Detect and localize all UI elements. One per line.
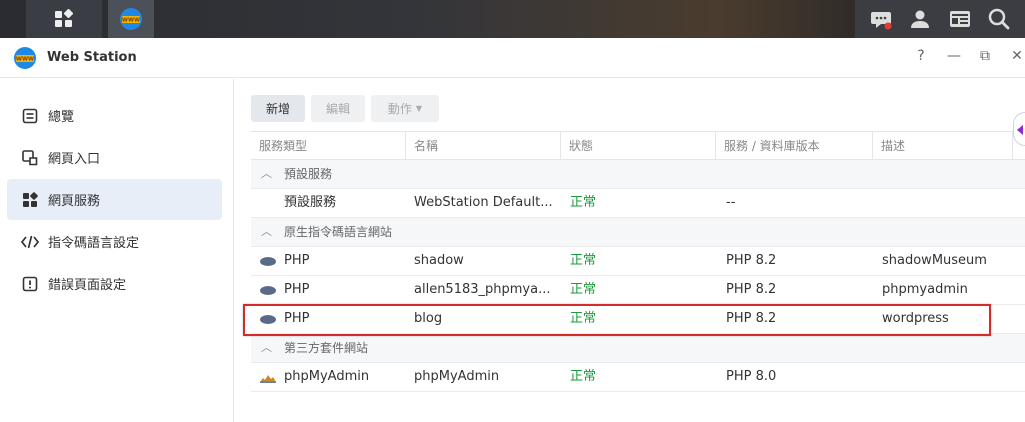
php-icon — [260, 257, 276, 266]
cell-description: phpmyadmin — [882, 282, 968, 297]
cell-status: 正常 — [570, 369, 597, 384]
column-header-name[interactable]: 名稱 — [406, 132, 561, 160]
cell-name: allen5183_phpmya... — [414, 282, 551, 297]
user-button[interactable] — [908, 7, 932, 31]
web-portal-icon — [21, 149, 39, 167]
chevron-up-icon[interactable]: ︿ — [261, 218, 272, 246]
table-row[interactable]: 預設服務 WebStation Default... 正常 -- — [251, 189, 1025, 218]
sidebar-item-label: 指令碼語言設定 — [48, 236, 140, 251]
column-header-status[interactable]: 狀態 — [561, 132, 716, 160]
cell-status: 正常 — [570, 282, 597, 297]
user-icon — [911, 10, 930, 28]
phpmyadmin-icon — [260, 375, 276, 383]
sidebar-item-label: 總覽 — [48, 110, 75, 125]
cell-version: PHP 8.0 — [726, 369, 777, 384]
main-menu-icon — [55, 9, 74, 27]
sidebar-item-web-portal[interactable]: 網頁入口 — [7, 137, 222, 178]
cell-version: PHP 8.2 — [726, 282, 777, 297]
cell-name: phpMyAdmin — [414, 369, 500, 384]
overview-icon — [21, 107, 39, 125]
cell-status: 正常 — [570, 253, 597, 268]
table-row[interactable]: phpMyAdmin phpMyAdmin 正常 PHP 8.0 — [251, 363, 1025, 392]
cell-version: -- — [726, 195, 736, 210]
error-page-icon — [21, 275, 39, 293]
cell-description: shadowMuseum — [882, 253, 987, 268]
sidebar-item-label: 錯誤頁面設定 — [48, 278, 127, 293]
close-button[interactable]: ✕ — [1007, 48, 1025, 64]
column-header-version[interactable]: 服務 / 資料庫版本 — [716, 132, 873, 160]
help-button[interactable]: ? — [911, 48, 931, 64]
column-header-description[interactable]: 描述 — [873, 132, 1013, 160]
chevron-up-icon[interactable]: ︿ — [261, 334, 272, 362]
svg-text:WWW: WWW — [16, 57, 34, 63]
main-menu-button[interactable] — [26, 0, 102, 38]
search-button[interactable] — [987, 7, 1011, 31]
cell-name: WebStation Default... — [414, 195, 553, 210]
web-station-logo: WWW — [120, 8, 142, 30]
table-header: 服務類型 名稱 狀態 服務 / 資料庫版本 描述 — [251, 131, 1025, 160]
notification-button[interactable] — [869, 7, 893, 31]
taskbar-web-station[interactable]: WWW — [108, 0, 154, 38]
action-dropdown[interactable]: 動作 ▼ — [371, 95, 439, 122]
sidebar-item-label: 網頁入口 — [48, 152, 101, 167]
group-label: 第三方套件網站 — [284, 341, 369, 355]
group-row-default[interactable]: ︿ 預設服務 — [251, 160, 1025, 189]
highlight-box — [243, 304, 991, 336]
window-title: Web Station — [47, 50, 137, 65]
sidebar-item-script-language[interactable]: 指令碼語言設定 — [7, 221, 222, 262]
minimize-button[interactable]: — — [944, 48, 964, 64]
sidebar-item-label: 網頁服務 — [48, 194, 101, 209]
widgets-icon — [949, 11, 970, 27]
sidebar-item-overview[interactable]: 總覽 — [7, 95, 222, 136]
svg-text:WWW: WWW — [122, 18, 140, 24]
cell-type: PHP — [284, 282, 310, 297]
cell-version: PHP 8.2 — [726, 253, 777, 268]
action-label: 動作 — [387, 102, 412, 116]
widgets-button[interactable] — [948, 7, 972, 31]
web-service-icon — [21, 191, 39, 209]
web-station-logo: WWW — [14, 47, 36, 69]
sidebar-item-web-service[interactable]: 網頁服務 — [7, 179, 222, 220]
cell-type: 預設服務 — [284, 195, 337, 210]
add-button[interactable]: 新增 — [251, 95, 305, 122]
group-label: 原生指令碼語言網站 — [284, 225, 393, 239]
side-panel-toggle[interactable] — [1013, 112, 1025, 146]
chevron-down-icon: ▼ — [415, 104, 423, 113]
sidebar-item-error-page[interactable]: 錯誤頁面設定 — [7, 263, 222, 304]
cell-type: PHP — [284, 253, 310, 268]
edit-button[interactable]: 編輯 — [311, 95, 365, 122]
window-titlebar: WWW Web Station ? — ⧉ ✕ — [0, 38, 1025, 78]
group-row-native-script[interactable]: ︿ 原生指令碼語言網站 — [251, 218, 1025, 247]
column-header-type[interactable]: 服務類型 — [251, 132, 406, 160]
code-icon — [21, 233, 39, 251]
restore-button[interactable]: ⧉ — [975, 48, 995, 64]
table-row[interactable]: PHP shadow 正常 PHP 8.2 shadowMuseum — [251, 247, 1025, 276]
taskbar-tray — [855, 0, 1025, 38]
group-label: 預設服務 — [284, 167, 333, 181]
taskbar: WWW — [0, 0, 1025, 38]
cell-type: phpMyAdmin — [284, 369, 370, 384]
cell-name: shadow — [414, 253, 464, 268]
notification-icon — [870, 12, 892, 30]
cell-status: 正常 — [570, 195, 597, 210]
search-icon — [989, 8, 1010, 30]
php-icon — [260, 286, 276, 295]
group-row-third-party[interactable]: ︿ 第三方套件網站 — [251, 334, 1025, 363]
chevron-up-icon[interactable]: ︿ — [261, 160, 272, 188]
table-row[interactable]: PHP allen5183_phpmya... 正常 PHP 8.2 phpmy… — [251, 276, 1025, 305]
sidebar: 總覽 網頁入口 網頁服務 指令碼語言設定 錯誤頁面設定 — [0, 79, 234, 422]
web-service-table: 服務類型 名稱 狀態 服務 / 資料庫版本 描述 ︿ 預設服務 預設服務 Web… — [251, 131, 1025, 392]
